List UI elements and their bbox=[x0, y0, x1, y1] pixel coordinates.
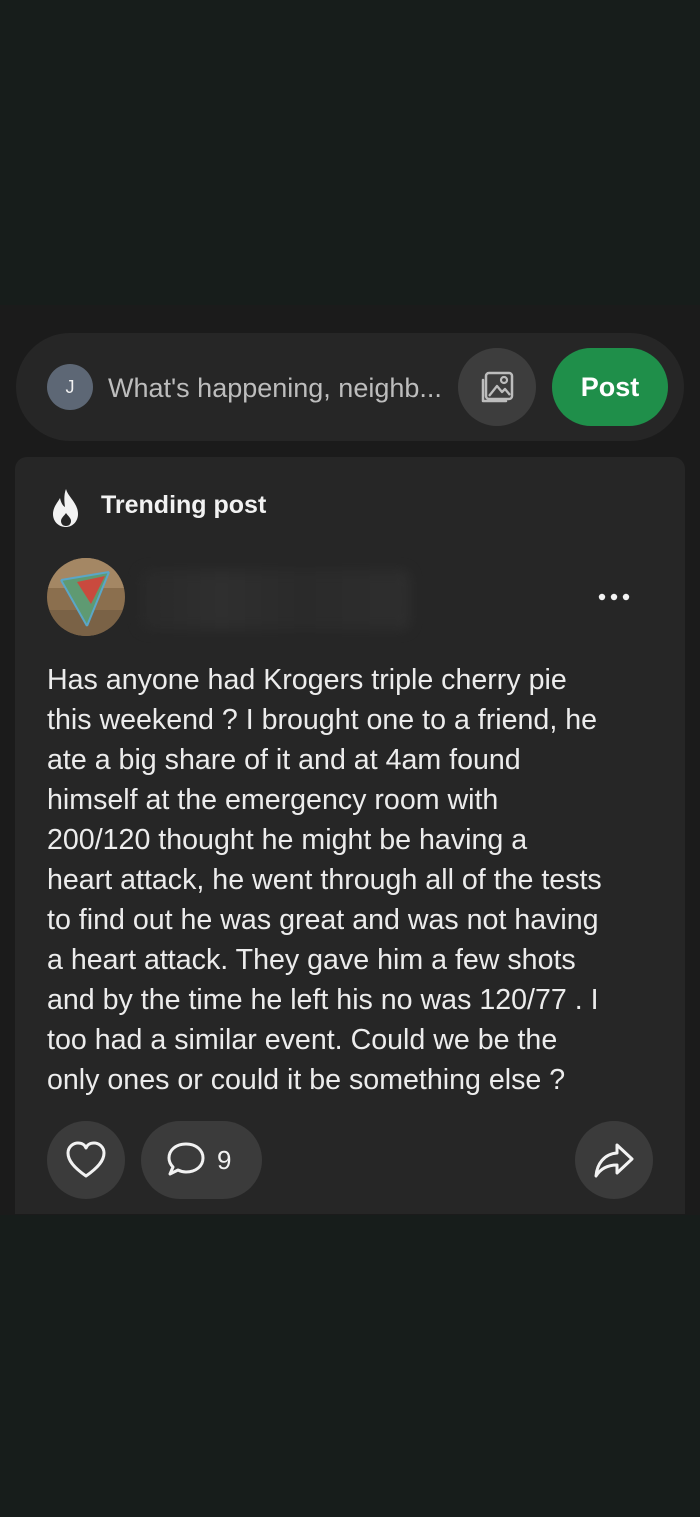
comment-count: 9 bbox=[217, 1144, 232, 1175]
like-button[interactable] bbox=[47, 1121, 125, 1199]
image-gallery-icon bbox=[481, 371, 514, 403]
composer-input[interactable] bbox=[108, 368, 446, 408]
share-arrow-icon bbox=[594, 1143, 634, 1178]
user-initial: J bbox=[65, 376, 75, 397]
flame-icon bbox=[53, 489, 78, 527]
comment-button[interactable]: 9 bbox=[141, 1121, 262, 1199]
post-button[interactable]: Post bbox=[552, 348, 668, 426]
more-options-icon bbox=[598, 593, 630, 601]
heart-icon bbox=[66, 1141, 106, 1178]
more-options-button[interactable] bbox=[592, 580, 636, 614]
share-button[interactable] bbox=[575, 1121, 653, 1199]
post-body-text[interactable]: Has anyone had Krogers triple cherry pie… bbox=[47, 660, 667, 1100]
add-photo-button[interactable] bbox=[458, 348, 536, 426]
trending-post-label: Trending post bbox=[101, 491, 267, 519]
author-photo[interactable] bbox=[47, 558, 125, 636]
author-avatar-image bbox=[47, 558, 125, 636]
user-avatar[interactable]: J bbox=[47, 364, 93, 410]
comment-bubble-icon bbox=[167, 1142, 205, 1176]
author-name-redacted bbox=[140, 570, 410, 630]
